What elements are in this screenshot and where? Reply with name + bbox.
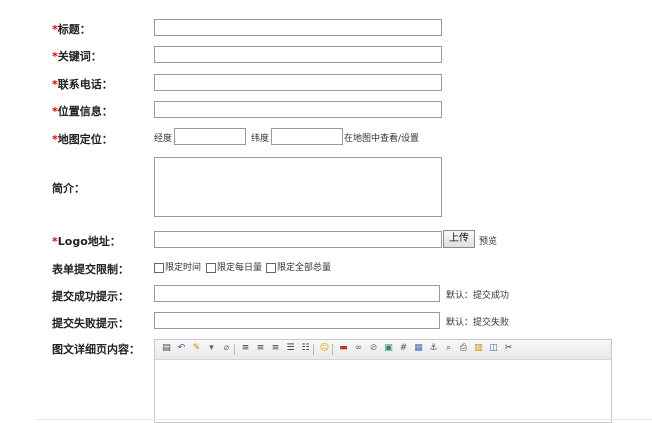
- intro-label: 简介：: [52, 182, 85, 195]
- success-label: 提交成功提示：: [52, 290, 129, 303]
- map-label-text: 地图定位：: [57, 133, 113, 146]
- limit-row: 表单提交限制： 限定时间 限定每日量 限定全部总量: [36, 259, 652, 276]
- unordered-list-icon[interactable]: ☷: [300, 343, 311, 354]
- preview-icon[interactable]: ⌕: [443, 343, 454, 354]
- template-icon[interactable]: ▥: [473, 343, 484, 354]
- keywords-input[interactable]: [154, 46, 442, 63]
- toolbar-separator: [332, 344, 333, 355]
- anchor-icon[interactable]: ⚓: [428, 343, 439, 354]
- source-icon[interactable]: ▤: [161, 343, 172, 354]
- print-icon[interactable]: ⎙: [458, 343, 469, 354]
- bottom-divider: [36, 419, 652, 420]
- keywords-label-text: 关键词：: [57, 50, 102, 63]
- align-right-icon[interactable]: ≡: [270, 343, 281, 354]
- phone-row: *联系电话：: [36, 74, 652, 91]
- preview-link[interactable]: 预览: [479, 234, 497, 247]
- eraser-icon[interactable]: ⌀: [221, 343, 232, 354]
- editor-toolbar: ▤ ↶ ✎ ▾ ⌀ ≡ ≡ ≡ ☰ ☷ ☺ ▬ ∞ ⊘ ▣ # ▦ ⚓ ⌕ ⎙ ▥ ◫ ✂: [155, 340, 611, 360]
- fail-label: 提交失败提示：: [52, 317, 129, 330]
- toolbar-separator: [313, 344, 314, 355]
- form-page: *标题： *关键词： *联系电话： *位置信息： *地图定位： 经度 纬度 在地…: [36, 0, 652, 423]
- fullscreen-icon[interactable]: ◫: [488, 343, 499, 354]
- limit-label: 表单提交限制：: [52, 263, 129, 276]
- location-label: *位置信息：: [52, 103, 113, 119]
- checkbox[interactable]: [154, 262, 164, 273]
- option-label: 限定每日量: [217, 263, 263, 273]
- fail-input[interactable]: [154, 312, 440, 329]
- logo-label-text: Logo地址：: [57, 235, 121, 248]
- logo-label: *Logo地址：: [52, 233, 121, 249]
- checkbox[interactable]: [266, 262, 276, 273]
- map-view-link[interactable]: 在地图中查看/设置: [344, 131, 419, 144]
- layout-icon[interactable]: ▦: [413, 343, 424, 354]
- undo-icon[interactable]: ↶: [176, 343, 187, 354]
- title-row: *标题：: [36, 19, 652, 36]
- success-row: 提交成功提示： 默认：提交成功: [36, 285, 652, 303]
- keywords-label: *关键词：: [52, 48, 102, 64]
- rich-text-editor: ▤ ↶ ✎ ▾ ⌀ ≡ ≡ ≡ ☰ ☷ ☺ ▬ ∞ ⊘ ▣ # ▦ ⚓ ⌕ ⎙ ▥ ◫ ✂: [154, 339, 612, 423]
- phone-label-text: 联系电话：: [57, 78, 113, 91]
- option-label: 限定时间: [165, 263, 202, 273]
- emoticon-icon[interactable]: ☺: [319, 343, 330, 354]
- table-icon[interactable]: #: [398, 343, 409, 354]
- latitude-input[interactable]: [271, 128, 343, 145]
- title-label: *标题：: [52, 21, 91, 37]
- flash-icon[interactable]: ▬: [338, 343, 349, 354]
- logo-row: *Logo地址： 上传 预览: [36, 230, 652, 248]
- cut-icon[interactable]: ✂: [503, 343, 514, 354]
- align-left-icon[interactable]: ≡: [240, 343, 251, 354]
- limit-time-option[interactable]: 限定时间: [154, 260, 201, 273]
- longitude-label: 经度: [154, 134, 173, 144]
- location-label-text: 位置信息：: [57, 105, 113, 118]
- logo-url-input[interactable]: [154, 231, 442, 248]
- ordered-list-icon[interactable]: ☰: [285, 343, 296, 354]
- align-center-icon[interactable]: ≡: [255, 343, 266, 354]
- map-row: *地图定位： 经度 纬度 在地图中查看/设置: [36, 128, 652, 147]
- image-icon[interactable]: ▣: [383, 343, 394, 354]
- keywords-row: *关键词：: [36, 46, 652, 63]
- limit-daily-option[interactable]: 限定每日量: [206, 260, 262, 273]
- location-input[interactable]: [154, 101, 442, 118]
- intro-row: 简介：: [36, 157, 652, 217]
- longitude-input[interactable]: [174, 128, 246, 145]
- title-input[interactable]: [154, 19, 442, 36]
- fail-row: 提交失败提示： 默认：提交失败: [36, 312, 652, 330]
- unlink-icon[interactable]: ⊘: [368, 343, 379, 354]
- editor-content-area[interactable]: [155, 360, 611, 422]
- dropdown-icon[interactable]: ▾: [206, 343, 217, 354]
- link-icon[interactable]: ∞: [353, 343, 364, 354]
- fail-default-hint: 默认：提交失败: [446, 318, 510, 328]
- success-input[interactable]: [154, 285, 440, 302]
- checkbox[interactable]: [206, 262, 216, 273]
- title-label-text: 标题：: [57, 23, 91, 36]
- option-label: 限定全部总量: [277, 263, 332, 273]
- latitude-label: 纬度: [251, 134, 270, 144]
- success-default-hint: 默认：提交成功: [446, 291, 510, 301]
- limit-total-option[interactable]: 限定全部总量: [266, 260, 331, 273]
- upload-button[interactable]: 上传: [443, 230, 475, 248]
- toolbar-separator: [234, 344, 235, 355]
- phone-label: *联系电话：: [52, 76, 113, 92]
- intro-textarea[interactable]: [154, 157, 442, 217]
- detail-label: 图文详细页内容：: [52, 343, 140, 356]
- map-label: *地图定位：: [52, 131, 113, 147]
- paint-icon[interactable]: ✎: [191, 343, 202, 354]
- location-row: *位置信息：: [36, 101, 652, 118]
- phone-input[interactable]: [154, 74, 442, 91]
